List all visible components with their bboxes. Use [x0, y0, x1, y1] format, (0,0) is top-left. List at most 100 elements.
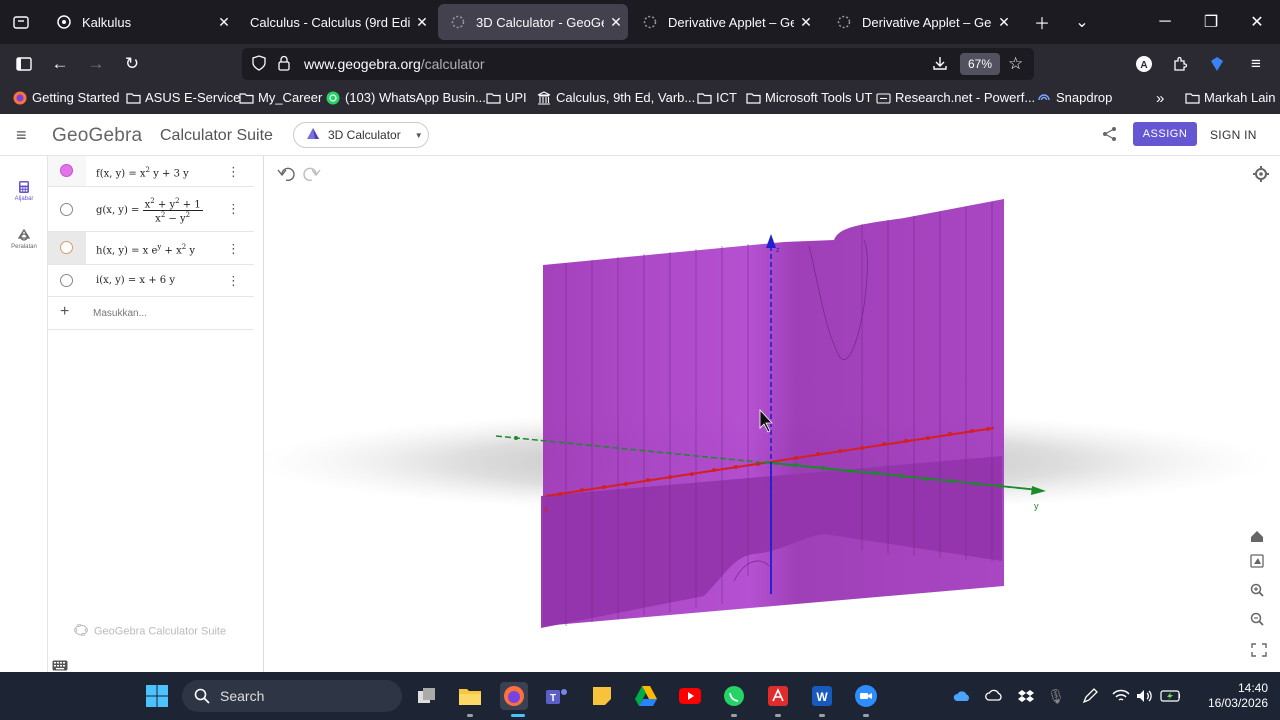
shield-icon[interactable]: [252, 55, 266, 76]
close-tab-icon[interactable]: ✕: [794, 14, 818, 31]
expression-i[interactable]: i(x, y) = x + 6 y: [96, 275, 175, 286]
word-icon[interactable]: W: [808, 682, 836, 710]
close-tab-icon[interactable]: ✕: [212, 14, 236, 31]
bookmark-calculus-9th[interactable]: Calculus, 9th Ed, Varb...: [536, 90, 695, 105]
sign-in-button[interactable]: SIGN IN: [1210, 128, 1257, 142]
system-clock[interactable]: 14:40 16/03/2026: [1196, 681, 1268, 711]
redo-icon[interactable]: [303, 167, 321, 182]
extensions-icon[interactable]: [1167, 51, 1193, 77]
row-menu-icon[interactable]: ⋮: [227, 201, 240, 217]
account-avatar-icon[interactable]: A: [1131, 51, 1157, 77]
visibility-toggle-g[interactable]: [60, 203, 73, 216]
algebra-input-row[interactable]: + Masukkan...: [48, 297, 254, 330]
visibility-toggle-f[interactable]: [60, 164, 73, 177]
url-text[interactable]: www.geogebra.org/calculator: [304, 56, 485, 72]
more-bookmarks-chevron-icon[interactable]: »: [1156, 90, 1164, 107]
bookmark-asus[interactable]: ASUS E-Service: [125, 90, 240, 105]
zoom-out-icon[interactable]: [1250, 612, 1264, 626]
tab-derivative-applet-1[interactable]: Derivative Applet – GeoGe ✕: [630, 4, 818, 40]
minimize-icon[interactable]: ─: [1150, 8, 1180, 36]
bookmark-whatsapp[interactable]: (103) WhatsApp Busin...: [325, 90, 486, 105]
download-page-icon[interactable]: [932, 55, 948, 76]
row-menu-icon[interactable]: ⋮: [227, 164, 240, 180]
acrobat-icon[interactable]: [764, 682, 792, 710]
dropbox-icon[interactable]: [1016, 686, 1036, 706]
file-explorer-icon[interactable]: [456, 682, 484, 710]
volume-icon[interactable]: [1135, 686, 1155, 706]
back-icon[interactable]: ←: [47, 51, 73, 77]
microphone-icon[interactable]: 🎙: [1046, 686, 1066, 706]
add-plus-icon[interactable]: +: [60, 303, 69, 321]
bookmark-markah-lain[interactable]: Markah Lain: [1184, 90, 1276, 105]
bookmark-getting-started[interactable]: Getting Started: [12, 90, 119, 105]
onedrive-sync-icon[interactable]: [984, 686, 1004, 706]
onedrive-icon[interactable]: [952, 686, 972, 706]
close-tab-icon[interactable]: ✕: [604, 14, 628, 31]
undo-icon[interactable]: [277, 167, 295, 182]
reload-icon[interactable]: ↻: [119, 51, 145, 77]
wifi-icon[interactable]: [1111, 686, 1131, 706]
visibility-toggle-i[interactable]: [60, 274, 73, 287]
algebra-row-g[interactable]: g(x, y) = x2 + y2 + 1 x2 − y2 ⋮: [48, 187, 254, 232]
expression-g[interactable]: g(x, y) = x2 + y2 + 1 x2 − y2: [96, 197, 203, 225]
settings-gear-icon[interactable]: [1253, 166, 1269, 182]
tab-derivative-applet-2[interactable]: Derivative Applet – GeoGe ✕: [824, 4, 1016, 40]
bookmark-star-icon[interactable]: ☆: [1008, 54, 1023, 74]
zoom-app-icon[interactable]: [852, 682, 880, 710]
sidebar-toggle-icon[interactable]: [11, 51, 37, 77]
assign-button[interactable]: ASSIGN: [1133, 122, 1197, 146]
extension-shield-icon[interactable]: [1204, 51, 1230, 77]
forward-icon[interactable]: →: [83, 51, 109, 77]
firefox-taskbar-icon[interactable]: [500, 682, 528, 710]
bookmark-microsoft-tools[interactable]: Microsoft Tools UT: [745, 90, 872, 105]
close-tab-icon[interactable]: ✕: [410, 14, 434, 31]
geogebra-logo[interactable]: GeoGebra: [52, 125, 142, 147]
bookmark-my-career[interactable]: My_Career: [238, 90, 322, 105]
row-menu-icon[interactable]: ⋮: [227, 241, 240, 257]
graphics-3d-canvas[interactable]: x y z: [264, 156, 1280, 672]
tab-list-chevron-icon[interactable]: ⌄: [1067, 8, 1097, 36]
algebra-row-i[interactable]: i(x, y) = x + 6 y ⋮: [48, 265, 254, 297]
bookmark-upi[interactable]: UPI: [485, 90, 527, 105]
tab-3d-calculator[interactable]: 3D Calculator - GeoGebra ✕: [438, 4, 628, 40]
view-in-front-icon[interactable]: [1250, 554, 1264, 568]
zoom-in-icon[interactable]: [1250, 583, 1264, 597]
sticky-notes-icon[interactable]: [588, 682, 616, 710]
menu-hamburger-icon[interactable]: ≡: [1243, 51, 1269, 77]
bookmark-research-net[interactable]: Research.net - Powerf...: [875, 90, 1035, 105]
app-picker-dropdown[interactable]: 3D Calculator ▼: [293, 122, 429, 148]
close-tab-icon[interactable]: ✕: [992, 14, 1016, 31]
lock-icon[interactable]: [278, 55, 290, 76]
fullscreen-icon[interactable]: [1251, 643, 1267, 657]
task-view-icon[interactable]: [413, 682, 441, 710]
bookmark-ict[interactable]: ICT: [696, 90, 737, 105]
new-tab-icon[interactable]: ＋: [1027, 8, 1057, 36]
share-icon[interactable]: [1102, 126, 1117, 147]
youtube-icon[interactable]: [676, 682, 704, 710]
close-window-icon[interactable]: ✕: [1242, 8, 1272, 36]
battery-charging-icon[interactable]: [1160, 686, 1180, 706]
sidetab-tools[interactable]: Peralatan: [0, 228, 48, 250]
home-view-icon[interactable]: [1251, 531, 1263, 542]
teams-icon[interactable]: T: [543, 682, 571, 710]
app-menu-hamburger-icon[interactable]: ≡: [16, 125, 27, 146]
algebra-row-f[interactable]: f(x, y) = x2 y + 3 y ⋮: [48, 156, 254, 187]
algebra-row-h[interactable]: h(x, y) = x ey + x2 y ⋮: [48, 232, 254, 265]
sidetab-algebra[interactable]: Aljabar: [0, 180, 48, 202]
visibility-toggle-h[interactable]: [60, 241, 73, 254]
tab-overview-icon[interactable]: [6, 8, 36, 36]
whatsapp-taskbar-icon[interactable]: [720, 682, 748, 710]
address-bar[interactable]: www.geogebra.org/calculator 67% ☆: [242, 48, 1034, 80]
google-drive-icon[interactable]: [632, 682, 660, 710]
algebra-input-placeholder[interactable]: Masukkan...: [93, 308, 147, 319]
expression-f[interactable]: f(x, y) = x2 y + 3 y: [96, 166, 189, 179]
taskbar-search[interactable]: Search: [182, 680, 402, 712]
pen-icon[interactable]: [1080, 686, 1100, 706]
windows-start-icon[interactable]: [143, 682, 171, 710]
bookmark-snapdrop[interactable]: Snapdrop: [1036, 90, 1112, 105]
graphics-3d-view[interactable]: x y z: [264, 156, 1280, 672]
zoom-level-badge[interactable]: 67%: [960, 53, 1000, 75]
restore-icon[interactable]: ❐: [1196, 8, 1226, 36]
row-menu-icon[interactable]: ⋮: [227, 273, 240, 289]
tab-calculus-book[interactable]: Calculus - Calculus (9rd Edition ✕: [238, 4, 434, 40]
